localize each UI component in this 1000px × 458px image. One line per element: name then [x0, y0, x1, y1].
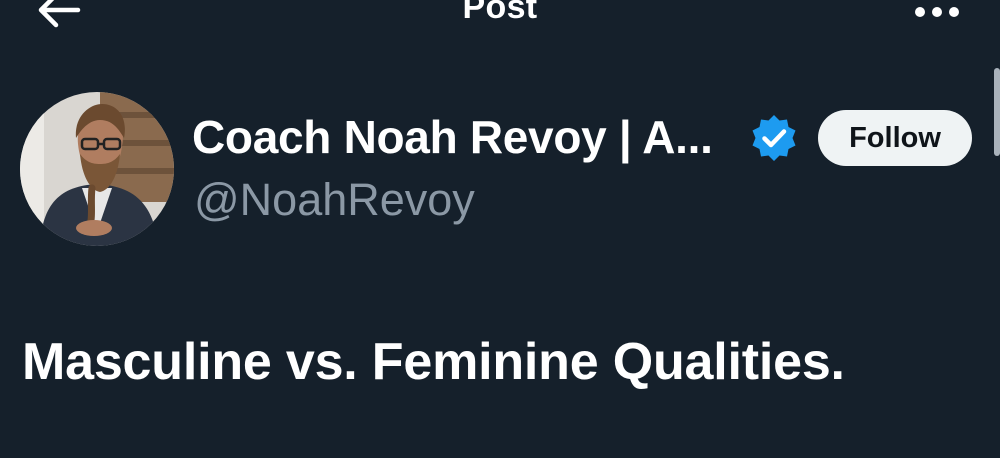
more-horizontal-icon [915, 7, 959, 17]
follow-button[interactable]: Follow [818, 110, 972, 166]
scrollbar[interactable] [994, 68, 1000, 156]
more-options-button[interactable] [912, 4, 962, 20]
top-bar: Post [0, 0, 1000, 40]
post-text: Masculine vs. Feminine Qualities. [22, 333, 845, 391]
avatar[interactable] [20, 92, 174, 246]
page-title: Post [462, 0, 538, 26]
user-handle[interactable]: @NoahRevoy [194, 174, 475, 226]
profile-photo [20, 92, 174, 246]
verified-badge-icon [752, 115, 796, 161]
verified-badge [748, 112, 800, 164]
display-name[interactable]: Coach Noah Revoy | A... [192, 110, 713, 164]
